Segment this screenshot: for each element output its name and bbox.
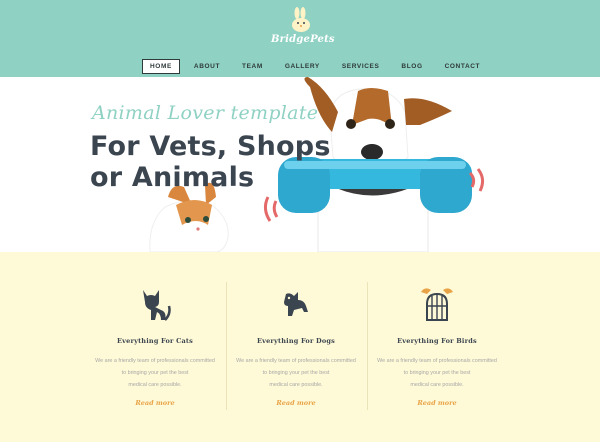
feature-title: Everything For Birds — [397, 337, 477, 345]
site-header: BridgePets HOME ABOUT TEAM GALLERY SERVI… — [0, 0, 600, 77]
feature-title: Everything For Dogs — [256, 337, 336, 345]
nav-item-home[interactable]: HOME — [142, 58, 180, 74]
feature-text-line: We are a friendly team of professionals … — [377, 358, 497, 364]
nav-item-services[interactable]: SERVICES — [342, 63, 380, 70]
feature-text-line: We are a friendly team of professionals … — [95, 358, 215, 364]
hero-title-line-1: For Vets, Shops — [90, 131, 331, 162]
hero-banner: Animal Lover template For Vets, Shops or… — [0, 77, 600, 252]
site-logo[interactable]: BridgePets — [271, 6, 335, 48]
nav-item-team[interactable]: TEAM — [242, 63, 263, 70]
kitten-image — [149, 182, 229, 252]
nav-item-blog[interactable]: BLOG — [401, 63, 422, 70]
features-section: Everything For Cats We are a friendly te… — [0, 252, 600, 442]
dog-icon — [284, 292, 308, 316]
birdcage-icon — [421, 288, 453, 321]
feature-text-line: medical care possible. — [410, 382, 464, 388]
feature-text-line: We are a friendly team of professionals … — [236, 358, 356, 364]
feature-title: Everything For Cats — [117, 337, 193, 345]
hero-title: For Vets, Shops or Animals — [90, 131, 331, 193]
feature-description: We are a friendly team of professionals … — [226, 355, 366, 391]
feature-text-line: to bringing your pet the best — [262, 370, 330, 376]
hero-tagline: Animal Lover template — [92, 102, 319, 124]
read-more-link[interactable]: Read more — [367, 399, 507, 407]
main-nav: HOME ABOUT TEAM GALLERY SERVICES BLOG CO… — [142, 57, 502, 75]
feature-text-line: to bringing your pet the best — [121, 370, 189, 376]
read-more-link[interactable]: Read more — [226, 399, 366, 407]
feature-description: We are a friendly team of professionals … — [367, 355, 507, 391]
bunny-logo-icon — [292, 7, 310, 32]
hero-title-line-2: or Animals — [90, 162, 255, 193]
feature-text-line: medical care possible. — [128, 382, 182, 388]
cat-icon — [143, 290, 171, 321]
feature-description: We are a friendly team of professionals … — [85, 355, 225, 391]
feature-text-line: to bringing your pet the best — [403, 370, 471, 376]
feature-card-birds: Everything For Birds We are a friendly t… — [367, 252, 507, 442]
nav-item-about[interactable]: ABOUT — [194, 63, 220, 70]
logo-text: BridgePets — [271, 34, 335, 45]
nav-item-gallery[interactable]: GALLERY — [285, 63, 320, 70]
read-more-link[interactable]: Read more — [85, 399, 225, 407]
feature-text-line: medical care possible. — [269, 382, 323, 388]
feature-card-cats: Everything For Cats We are a friendly te… — [85, 252, 225, 442]
feature-card-dogs: Everything For Dogs We are a friendly te… — [226, 252, 366, 442]
nav-item-contact[interactable]: CONTACT — [445, 63, 481, 70]
